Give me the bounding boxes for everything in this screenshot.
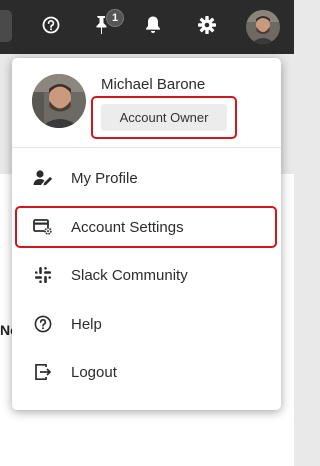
bell-icon[interactable] (140, 12, 166, 38)
menu-item-label: Slack Community (71, 266, 188, 284)
help-circle-icon (32, 313, 54, 335)
settings-card-icon (32, 216, 54, 238)
menu-item-my-profile[interactable]: My Profile (12, 154, 281, 202)
user-name: Michael Barone (101, 76, 206, 93)
user-edit-icon (32, 167, 54, 189)
profile-avatar (32, 74, 86, 128)
account-role-badge: Account Owner (101, 104, 227, 131)
search-field-edge[interactable] (0, 10, 12, 42)
menu-item-slack-community[interactable]: Slack Community (12, 251, 281, 299)
slack-icon (32, 264, 54, 286)
profile-header: Michael Barone Account Owner (12, 58, 281, 148)
role-highlight-box: Account Owner (91, 96, 237, 139)
menu-item-label: My Profile (71, 169, 138, 187)
account-dropdown-menu: Michael Barone Account Owner My Profile (12, 58, 281, 410)
help-circle-icon[interactable] (38, 12, 64, 38)
notification-count-badge: 1 (106, 9, 124, 27)
menu-item-label: Account Settings (71, 218, 184, 236)
menu-item-help[interactable]: Help (12, 300, 281, 348)
logout-icon (32, 361, 54, 383)
user-avatar[interactable] (246, 10, 280, 44)
menu-item-label: Logout (71, 363, 117, 381)
top-app-bar: 1 (0, 0, 294, 54)
gear-icon[interactable] (194, 12, 220, 38)
menu-item-label: Help (71, 315, 102, 333)
menu-item-logout[interactable]: Logout (12, 348, 281, 396)
menu-item-account-settings[interactable]: Account Settings (12, 203, 281, 251)
